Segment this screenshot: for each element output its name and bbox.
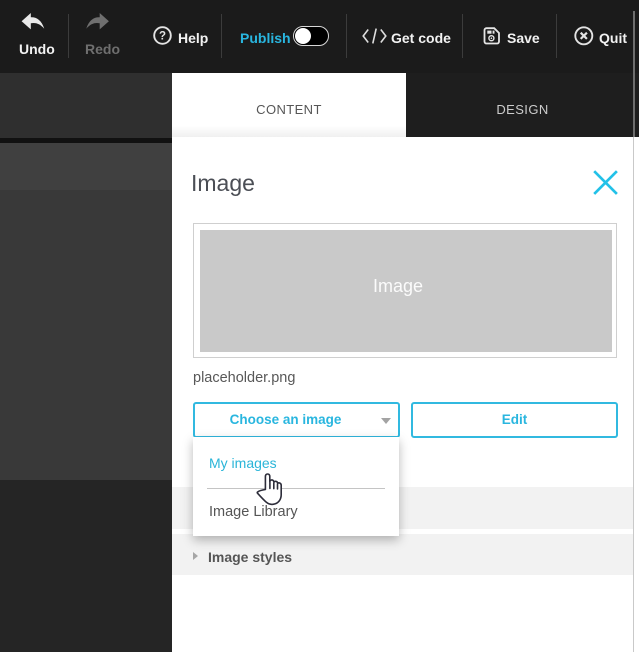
svg-text:?: ? bbox=[159, 31, 166, 43]
